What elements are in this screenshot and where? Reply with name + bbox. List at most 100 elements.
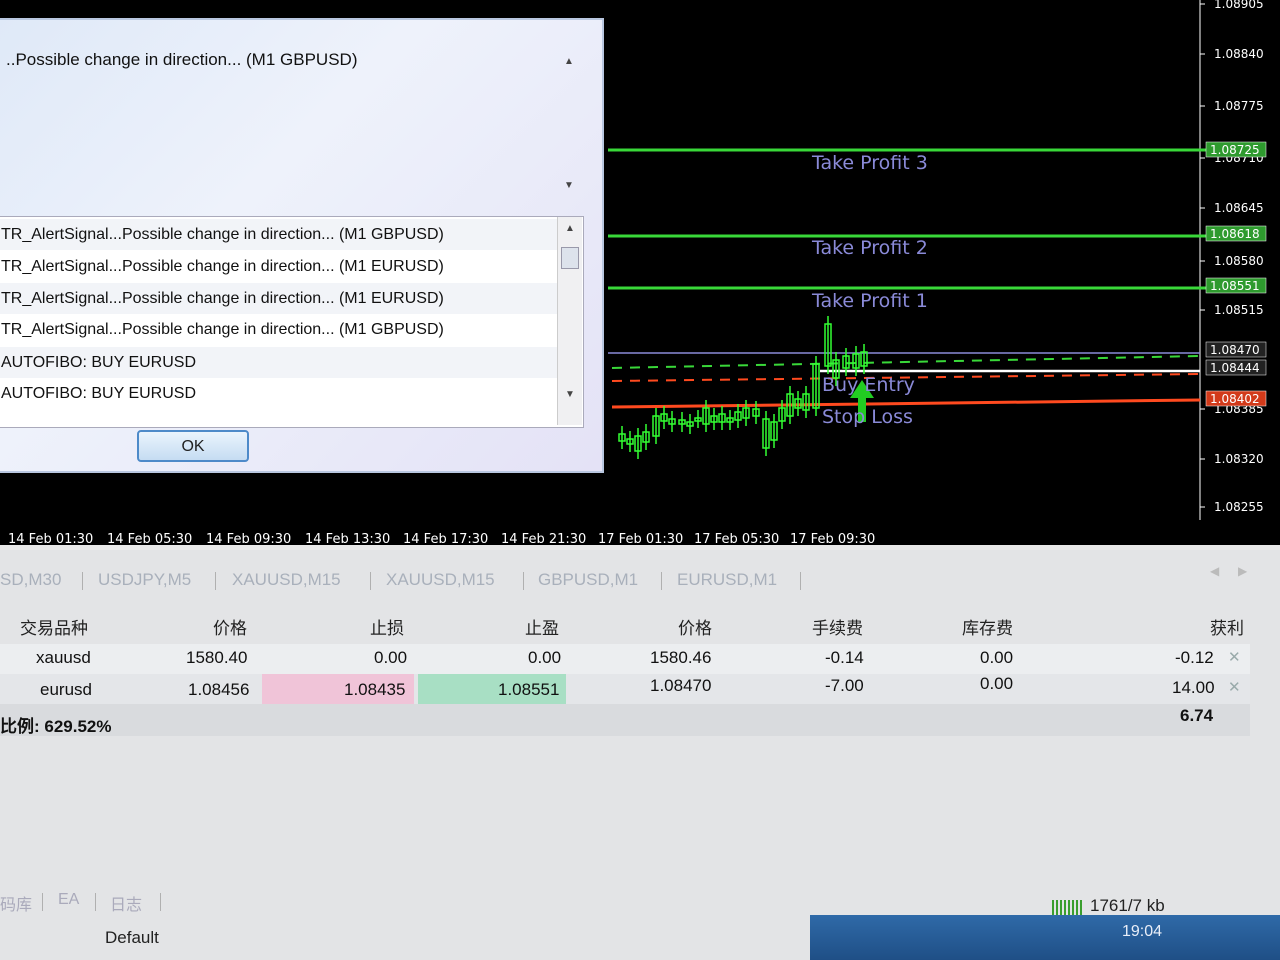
list-item[interactable]: TR_AlertSignal...Possible change in dire… <box>0 314 557 345</box>
cell-profit: 14.00 <box>1172 678 1215 697</box>
close-position-icon[interactable]: ✕ <box>1228 648 1241 666</box>
tab-chart[interactable]: XAUUSD,M15 <box>232 570 341 590</box>
price-scale-label: 1.08840 <box>1214 47 1264 61</box>
scroll-thumb[interactable] <box>561 247 579 269</box>
tab-scroll-left-icon[interactable]: ◀ <box>1210 564 1219 578</box>
tab-divider <box>800 572 801 590</box>
price-tag-label: 1.08551 <box>1210 279 1260 293</box>
tab-chart[interactable]: XAUUSD,M15 <box>386 570 495 590</box>
time-label: 14 Feb 05:30 <box>107 532 193 545</box>
tab-chart[interactable]: SD,M30 <box>0 570 61 590</box>
buy-entry-label: Buy Entry <box>822 374 915 396</box>
time-label: 17 Feb 09:30 <box>790 532 876 545</box>
tab-divider <box>95 893 96 911</box>
total-profit: 6.74 <box>1180 706 1214 725</box>
close-position-icon[interactable]: ✕ <box>1228 678 1241 696</box>
take-profit-2-label: Take Profit 2 <box>812 237 928 259</box>
list-item[interactable]: TR_AlertSignal...Possible change in dire… <box>0 219 557 250</box>
cell-price: 1.08456 <box>188 680 250 699</box>
cell-tp[interactable]: 0.00 <box>528 648 561 668</box>
price-scale: 1.089051.088401.087751.087101.086451.085… <box>1200 0 1264 514</box>
taskbar: 19:04 <box>810 915 1280 960</box>
time-label: 14 Feb 09:30 <box>206 532 292 545</box>
margin-level: 比例: 629.52% <box>0 717 112 736</box>
tab-ea[interactable]: EA <box>58 891 79 909</box>
price-tags: 1.08725 1.08618 1.08551 1.08470 1.08444 1.084… <box>1205 141 1267 407</box>
price-scale-label: 1.08775 <box>1214 99 1264 113</box>
price-tag-label: 1.08618 <box>1210 227 1260 241</box>
scroll-up-icon[interactable]: ▲ <box>564 56 574 67</box>
table-row[interactable]: xauusd 1580.40 0.00 0.00 1580.46 -0.14 0… <box>0 644 1250 674</box>
list-item[interactable]: TR_AlertSignal...Possible change in dire… <box>0 283 557 314</box>
time-label: 14 Feb 21:30 <box>501 532 587 545</box>
price-scale-label: 1.08645 <box>1214 201 1264 215</box>
cell-swap: 0.00 <box>980 674 1014 693</box>
chart-tabs: SD,M30 USDJPY,M5 XAUUSD,M15 XAUUSD,M15 G… <box>0 560 1280 594</box>
cell-symbol: xauusd <box>36 648 91 667</box>
price-scale-label: 1.08320 <box>1214 452 1264 466</box>
alert-dialog[interactable]: ..Possible change in direction... (M1 GB… <box>0 18 604 473</box>
tab-divider <box>160 893 161 911</box>
price-tag-label: 1.08725 <box>1210 143 1260 157</box>
terminal-bottom-tabs: 码库 EA 日志 <box>0 885 260 915</box>
column-header-current-price[interactable]: 价格 <box>678 614 712 639</box>
column-header-tp[interactable]: 止盈 <box>525 614 559 639</box>
list-item[interactable]: AUTOFIBO: BUY EURUSD <box>0 378 557 409</box>
tab-chart[interactable]: GBPUSD,M1 <box>538 570 638 590</box>
cell-sl[interactable]: 0.00 <box>374 648 407 668</box>
alert-history-list[interactable]: TR_AlertSignal...Possible change in dire… <box>0 216 584 428</box>
clock: 19:04 <box>1122 923 1163 940</box>
cell-current-price: 1580.46 <box>650 648 712 667</box>
tab-divider <box>82 572 83 590</box>
tab-divider <box>661 572 662 590</box>
column-header-price[interactable]: 价格 <box>213 614 247 639</box>
ok-button[interactable]: OK <box>137 430 249 462</box>
list-item[interactable]: AUTOFIBO: BUY EURUSD <box>0 347 557 378</box>
time-label: 14 Feb 01:30 <box>8 532 94 545</box>
column-header-swap[interactable]: 库存费 <box>962 614 1013 639</box>
tab-journal[interactable]: 日志 <box>110 891 142 915</box>
tab-chart[interactable]: USDJPY,M5 <box>98 570 191 590</box>
profile-name: Default <box>105 928 159 947</box>
tab-code-base[interactable]: 码库 <box>0 891 32 915</box>
tab-chart[interactable]: EURUSD,M1 <box>677 570 777 590</box>
column-header-profit[interactable]: 获利 <box>1210 614 1244 639</box>
tab-divider <box>215 572 216 590</box>
list-scrollbar[interactable]: ▲ ▼ <box>557 217 582 425</box>
cell-current-price: 1.08470 <box>650 676 712 695</box>
cell-tp[interactable]: 1.08551 <box>498 680 559 700</box>
time-label: 14 Feb 17:30 <box>403 532 489 545</box>
column-header-symbol[interactable]: 交易品种 <box>20 614 88 639</box>
list-item[interactable]: TR_AlertSignal...Possible change in dire… <box>0 251 557 282</box>
price-scale-label: 1.08580 <box>1214 254 1264 268</box>
traffic-status: 1761/7 kb <box>1090 896 1165 915</box>
take-profit-1-label: Take Profit 1 <box>812 290 928 312</box>
connection-bars-icon <box>1052 900 1084 916</box>
table-row[interactable]: eurusd 1.08456 1.08435 1.08551 1.08470 -… <box>0 674 1250 704</box>
cell-symbol: eurusd <box>40 680 92 699</box>
cell-commission: -0.14 <box>825 648 864 667</box>
alert-message: ..Possible change in direction... (M1 GB… <box>6 50 358 69</box>
price-scale-label: 1.08515 <box>1214 303 1264 317</box>
tab-divider <box>523 572 524 590</box>
time-label: 17 Feb 01:30 <box>598 532 684 545</box>
cell-swap: 0.00 <box>980 648 1014 667</box>
take-profit-3-label: Take Profit 3 <box>812 152 928 174</box>
tab-scroll-right-icon[interactable]: ▶ <box>1238 564 1247 578</box>
cell-sl[interactable]: 1.08435 <box>344 680 405 700</box>
cell-profit: -0.12 <box>1175 648 1214 667</box>
cell-commission: -7.00 <box>825 676 864 695</box>
price-scale-label: 1.08905 <box>1214 0 1264 11</box>
tab-divider <box>370 572 371 590</box>
stop-loss-label: Stop Loss <box>822 406 913 428</box>
cell-price: 1580.40 <box>186 648 248 667</box>
price-tag-label: 1.08470 <box>1210 343 1260 357</box>
scroll-up-icon[interactable]: ▲ <box>565 223 575 234</box>
price-tag-label: 1.08402 <box>1210 392 1260 406</box>
column-header-commission[interactable]: 手续费 <box>812 614 863 639</box>
time-label: 14 Feb 13:30 <box>305 532 391 545</box>
column-header-sl[interactable]: 止损 <box>370 614 404 639</box>
scroll-down-icon[interactable]: ▼ <box>564 180 574 191</box>
scroll-down-icon[interactable]: ▼ <box>565 389 575 400</box>
time-axis: 14 Feb 01:30 14 Feb 05:30 14 Feb 09:30 1… <box>0 520 1280 545</box>
